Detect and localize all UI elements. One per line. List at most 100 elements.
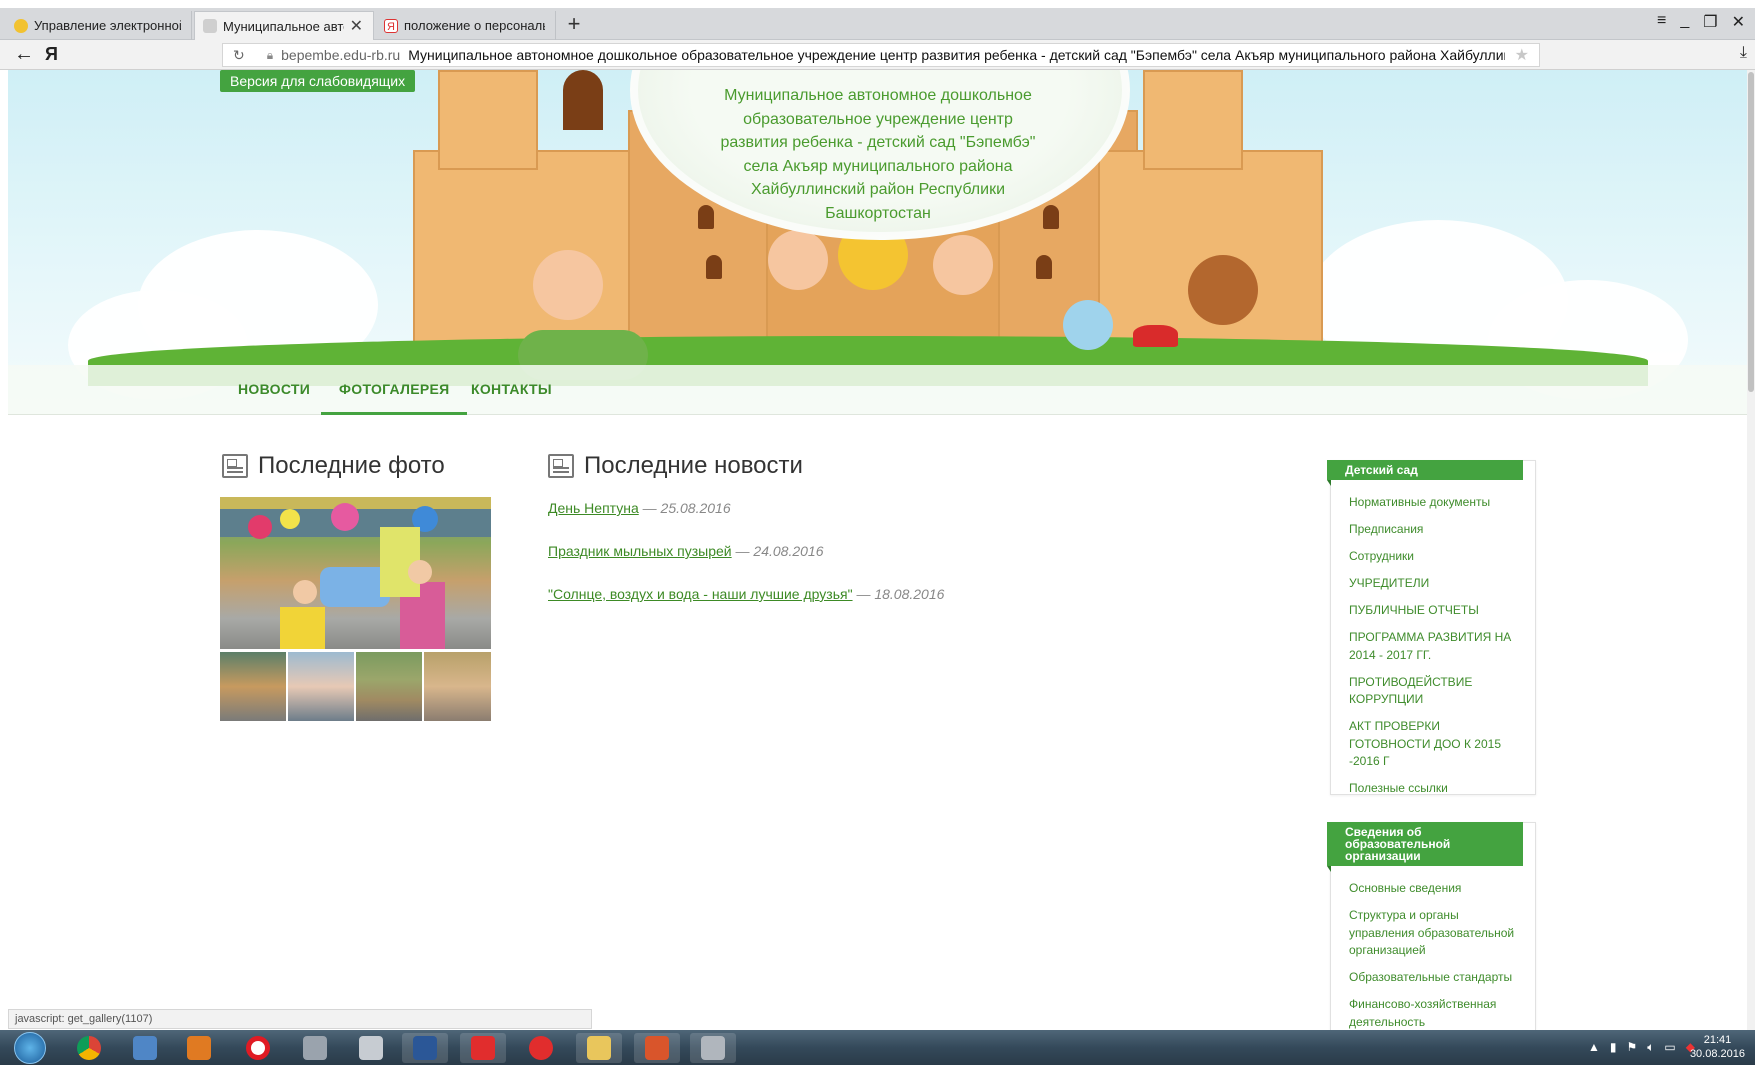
lock-icon: 🔒︎ [266, 47, 274, 62]
menu-item-contacts[interactable]: КОНТАКТЫ [453, 365, 570, 415]
scanner-taskbar-icon[interactable] [292, 1033, 338, 1063]
window-controls: ≡ _ ❐ ✕ [1657, 12, 1745, 32]
start-button-icon[interactable] [14, 1032, 46, 1064]
child-illustration [1188, 255, 1258, 325]
browser-tab-2[interactable]: Муниципальное автоном ✕ [194, 11, 374, 40]
news-item: "Солнце, воздух и вода - наши лучшие дру… [548, 586, 944, 602]
photo-thumbnail[interactable] [288, 652, 354, 721]
reload-icon[interactable]: ↻ [233, 47, 245, 64]
close-tab-icon[interactable]: ✕ [350, 16, 363, 36]
yandex-logo-icon[interactable]: Я [45, 44, 58, 65]
tab-title: Муниципальное автоном [223, 18, 344, 34]
sidebar-link[interactable]: УЧРЕДИТЕЛИ [1349, 575, 1523, 593]
sidebar-link[interactable]: Нормативные документы [1349, 494, 1523, 512]
bookmark-star-icon[interactable]: ★ [1515, 45, 1529, 65]
news-link[interactable]: День Нептуна [548, 500, 639, 516]
sidebar-link[interactable]: ПУБЛИЧНЫЕ ОТЧЕТЫ [1349, 602, 1523, 620]
scrollbar-thumb[interactable] [1748, 72, 1754, 392]
sidebar-link[interactable]: АКТ ПРОВЕРКИ ГОТОВНОСТИ ДОО К 2015 -2016… [1349, 718, 1523, 771]
sidebar-link[interactable]: Предписания [1349, 521, 1523, 539]
widget-link-list: Нормативные документы Предписания Сотруд… [1331, 480, 1535, 815]
favicon-icon [14, 18, 28, 33]
widget-title: Детский сад [1327, 460, 1523, 486]
child-illustration [768, 230, 828, 290]
sidebar-link[interactable]: Структура и органы управления образовате… [1349, 907, 1523, 960]
widget-title: Сведения об образовательной организации [1327, 822, 1523, 872]
tab-title: Управление электронной с [34, 18, 181, 33]
news-date: — 25.08.2016 [642, 500, 731, 516]
taskbar-clock[interactable]: 21:41 30.08.2016 [1690, 1033, 1745, 1061]
castle-turret [438, 70, 538, 170]
clock-time: 21:41 [1703, 1034, 1732, 1046]
site-title: Муниципальное автономное дошкольное обра… [720, 87, 1036, 222]
opera-taskbar-icon[interactable] [235, 1033, 281, 1063]
url-page-title: Муниципальное автономное дошкольное обра… [408, 47, 1505, 63]
child-illustration [933, 235, 993, 295]
low-vision-version-button[interactable]: Версия для слабовидящих [220, 70, 416, 92]
yandex-favicon-icon: Я [384, 18, 398, 33]
download-icon[interactable]: ⤓ [1740, 44, 1747, 62]
photo-thumbnail[interactable] [356, 652, 422, 721]
sidebar-link[interactable]: Основные сведения [1349, 880, 1523, 898]
news-date: — 18.08.2016 [856, 586, 945, 602]
castle-window [563, 70, 603, 130]
scanner-app-taskbar-icon[interactable] [690, 1033, 736, 1063]
tab-title: положение о персональны [404, 18, 545, 33]
site-header: Муниципальное автономное дошкольное обра… [8, 70, 1748, 415]
url-domain: bepembe.edu-rb.ru [281, 47, 401, 63]
photo-illustration [220, 497, 491, 649]
sidebar-link[interactable]: ПРОТИВОДЕЙСТВИЕ КОРРУПЦИИ [1349, 674, 1523, 709]
flag-icon[interactable]: ⚑ [1626, 1040, 1637, 1055]
menu-item-gallery[interactable]: ФОТОГАЛЕРЕЯ [321, 365, 468, 415]
restore-icon[interactable]: ❐ [1703, 12, 1717, 32]
menu-icon[interactable]: ≡ [1657, 12, 1666, 32]
word-taskbar-icon[interactable] [402, 1033, 448, 1063]
news-link[interactable]: "Солнце, воздух и вода - наши лучшие дру… [548, 586, 853, 602]
yandex-browser-taskbar-icon[interactable] [460, 1033, 506, 1063]
chrome-taskbar-icon[interactable] [66, 1033, 112, 1063]
favicon-icon [203, 19, 217, 33]
photos-heading: Последние фото [222, 452, 445, 480]
sidebar-link[interactable]: Образовательные стандарты [1349, 969, 1523, 987]
sidebar-link[interactable]: Финансово-хозяйственная деятельность [1349, 996, 1523, 1031]
news-heading: Последние новости [548, 452, 803, 480]
castle-turret [1143, 70, 1243, 170]
presentation-taskbar-icon[interactable] [634, 1033, 680, 1063]
castle-window [706, 255, 722, 279]
browser-tab-3[interactable]: Я положение о персональны [376, 11, 556, 40]
yandex-taskbar-icon[interactable] [518, 1033, 564, 1063]
menu-item-news[interactable]: НОВОСТИ [220, 365, 328, 415]
sidebar-link[interactable]: Полезные ссылки [1349, 780, 1523, 798]
widget-link-list: Основные сведения Структура и органы упр… [1331, 866, 1535, 1049]
system-tray: ▲ ▮ ⚑ 🔈︎ ▭ ◆ [1588, 1040, 1695, 1055]
photo-thumbnail[interactable] [220, 652, 286, 721]
teapot-illustration [1133, 325, 1178, 347]
image-icon [222, 454, 248, 478]
media-taskbar-icon[interactable] [122, 1033, 168, 1063]
status-bar: javascript: get_gallery(1107) [8, 1009, 592, 1029]
back-arrow-icon[interactable]: ← [14, 43, 34, 66]
address-bar: ← Я ↻ 🔒︎ bepembe.edu-rb.ru Муниципальное… [0, 40, 1755, 70]
sidebar-link[interactable]: ПРОГРАММА РАЗВИТИЯ НА 2014 - 2017 ГГ. [1349, 629, 1523, 664]
child-illustration [533, 250, 603, 320]
news-link[interactable]: Праздник мыльных пузырей [548, 543, 732, 559]
new-tab-button[interactable]: + [560, 11, 588, 39]
main-menu: НОВОСТИ ФОТОГАЛЕРЕЯ КОНТАКТЫ [8, 365, 1748, 415]
windows-taskbar: ▲ ▮ ⚑ 🔈︎ ▭ ◆ 21:41 30.08.2016 [0, 1030, 1755, 1065]
tray-arrow-icon[interactable]: ▲ [1588, 1040, 1600, 1055]
latest-photo-main[interactable] [220, 497, 491, 649]
network-icon[interactable]: ▮ [1610, 1040, 1617, 1055]
battery-icon[interactable]: ▭ [1664, 1040, 1675, 1055]
explorer-taskbar-icon[interactable] [576, 1033, 622, 1063]
player-taskbar-icon[interactable] [176, 1033, 222, 1063]
minimize-icon[interactable]: _ [1680, 12, 1689, 32]
close-window-icon[interactable]: ✕ [1732, 12, 1745, 32]
sidebar-link[interactable]: Сотрудники [1349, 548, 1523, 566]
browser-tab-1[interactable]: Управление электронной с [6, 11, 192, 40]
url-field[interactable]: ↻ 🔒︎ bepembe.edu-rb.ru Муниципальное авт… [222, 43, 1540, 67]
scan2pdf-taskbar-icon[interactable] [348, 1033, 394, 1063]
photo-thumbnail[interactable] [424, 652, 491, 721]
sidebar-widget-kindergarten: Детский сад Нормативные документы Предпи… [1327, 460, 1536, 795]
volume-icon[interactable]: 🔈︎ [1647, 1040, 1654, 1055]
newspaper-icon [548, 454, 574, 478]
